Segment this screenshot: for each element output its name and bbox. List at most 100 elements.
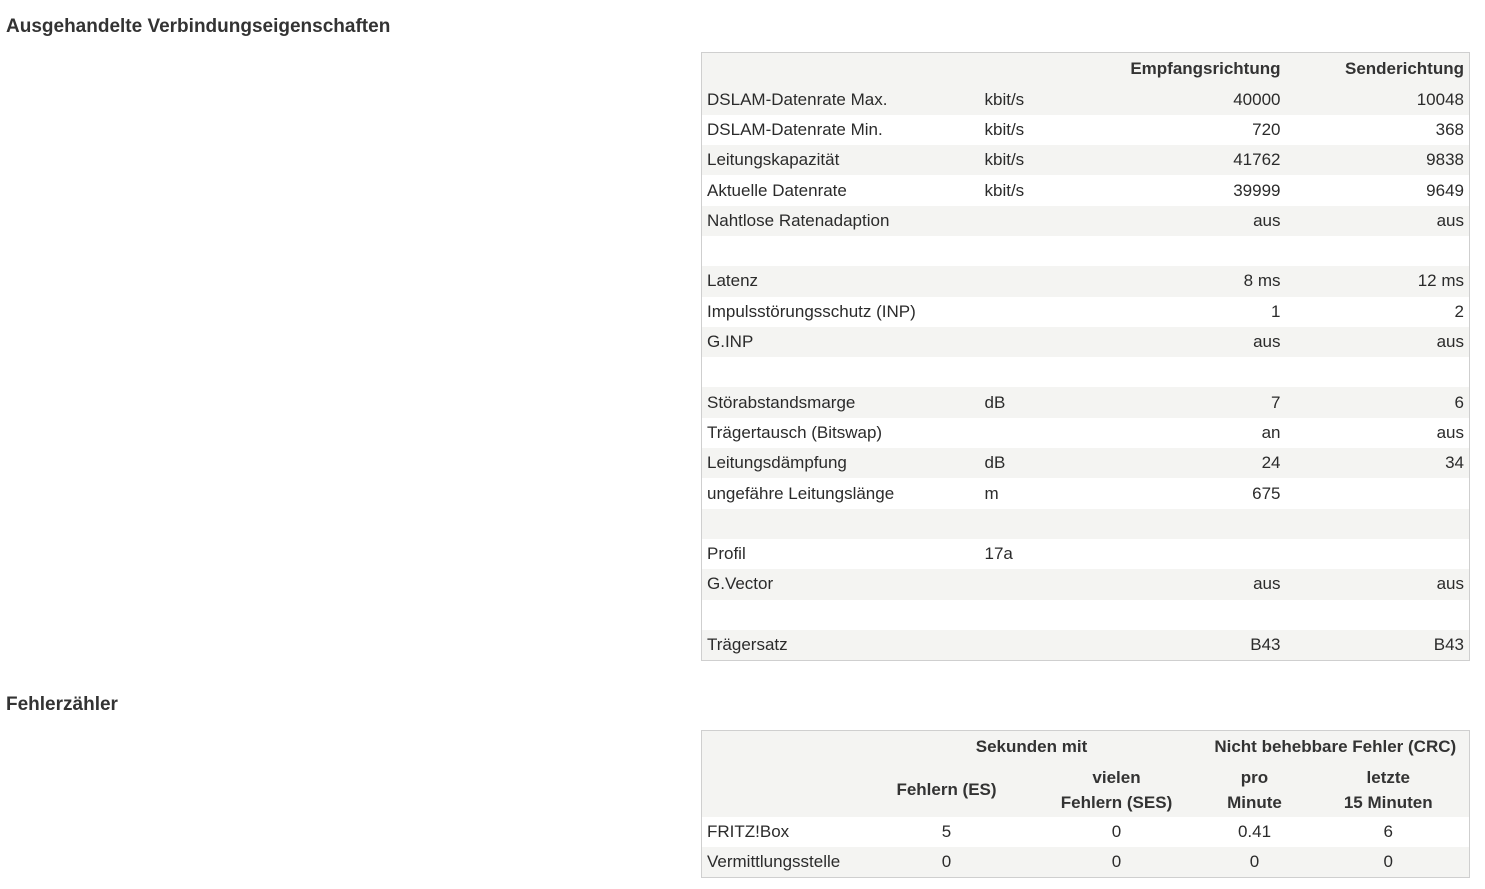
table-row: Störabstandsmarge dB 7 6 xyxy=(701,387,1470,418)
cell-unit: dB xyxy=(984,453,1006,473)
cell-label xyxy=(702,357,980,387)
table-row xyxy=(701,508,1470,539)
cell-receive xyxy=(1110,539,1286,569)
cell-label: Leitungsdämpfung xyxy=(707,453,847,473)
sub-header-ses-line1: vielen xyxy=(1092,767,1141,787)
cell-label xyxy=(702,509,980,539)
cell-unit xyxy=(980,630,1110,660)
table-row: Nahtlose Ratenadaption aus aus xyxy=(701,205,1470,236)
table-row: G.Vector aus aus xyxy=(701,569,1470,600)
cell-label: G.INP xyxy=(707,332,754,352)
cell-receive: aus xyxy=(1253,210,1281,230)
group-header-empty xyxy=(702,731,862,763)
header-receive-direction: Empfangsrichtung xyxy=(1130,58,1281,78)
cell-send xyxy=(1286,478,1470,508)
cell-es: 5 xyxy=(941,821,952,841)
cell-unit: dB xyxy=(984,392,1006,412)
sub-header-last-15: letzte 15 Minuten xyxy=(1308,763,1470,817)
cell-receive: 1 xyxy=(1271,301,1281,321)
cell-label: Vermittlungsstelle xyxy=(707,852,841,871)
table-row: Leitungskapazität kbit/s 41762 9838 xyxy=(701,145,1470,176)
cell-unit xyxy=(980,418,1110,448)
cell-last-15: 0 xyxy=(1383,852,1393,871)
connection-properties-table: Empfangsrichtung Senderichtung DSLAM-Dat… xyxy=(701,52,1470,661)
cell-label: Aktuelle Datenrate xyxy=(707,180,847,200)
cell-send: 368 xyxy=(1435,119,1464,139)
sub-header-last-15-line1: letzte xyxy=(1366,767,1410,787)
cell-receive: 720 xyxy=(1252,119,1281,139)
cell-unit xyxy=(980,266,1110,296)
table-row: Latenz 8 ms 12 ms xyxy=(701,266,1470,297)
cell-ses: 0 xyxy=(1111,821,1122,841)
sub-header-last-15-line2: 15 Minuten xyxy=(1343,792,1433,812)
cell-send xyxy=(1286,509,1470,539)
cell-send: 12 ms xyxy=(1417,271,1464,291)
cell-unit xyxy=(980,327,1110,357)
cell-label: Profil xyxy=(707,544,746,564)
cell-send xyxy=(1286,539,1470,569)
cell-receive xyxy=(1110,509,1286,539)
cell-send xyxy=(1286,357,1470,387)
table-row: DSLAM-Datenrate Max. kbit/s 40000 10048 xyxy=(701,84,1470,115)
cell-send: 6 xyxy=(1454,392,1464,412)
cell-send xyxy=(1286,600,1470,630)
cell-receive: 40000 xyxy=(1233,89,1281,109)
cell-send: 10048 xyxy=(1416,89,1464,109)
cell-unit: kbit/s xyxy=(984,180,1025,200)
sub-header-es-text: Fehlern (ES) xyxy=(896,780,997,799)
cell-label: ungefähre Leitungslänge xyxy=(707,483,895,503)
cell-unit xyxy=(980,357,1110,387)
cell-unit xyxy=(980,600,1110,630)
sub-header-per-minute-line1: pro xyxy=(1240,767,1269,787)
cell-unit xyxy=(980,509,1110,539)
section-title-connection-properties: Ausgehandelte Verbindungseigenschaften xyxy=(6,16,391,37)
cell-receive: aus xyxy=(1253,574,1281,594)
cell-receive xyxy=(1110,357,1286,387)
cell-unit: kbit/s xyxy=(984,89,1025,109)
cell-label: Leitungskapazität xyxy=(707,150,840,170)
table-row: Vermittlungsstelle 0 0 0 0 xyxy=(701,847,1470,878)
cell-send: 34 xyxy=(1445,453,1464,473)
cell-send: 9838 xyxy=(1426,150,1464,170)
cell-es: 0 xyxy=(941,852,952,871)
cell-receive: an xyxy=(1261,422,1281,442)
cell-receive xyxy=(1110,600,1286,630)
cell-label: Trägertausch (Bitswap) xyxy=(707,422,883,442)
table-row xyxy=(701,357,1470,388)
sub-header-per-minute-line2: Minute xyxy=(1227,792,1282,812)
cell-unit: kbit/s xyxy=(984,119,1025,139)
table-row: FRITZ!Box 5 0 0.41 6 xyxy=(701,816,1470,847)
header-send-direction: Senderichtung xyxy=(1344,58,1464,78)
cell-label: Störabstandsmarge xyxy=(707,392,856,412)
table-header-row: Empfangsrichtung Senderichtung xyxy=(701,52,1470,85)
table-row: Impulsstörungsschutz (INP) 1 2 xyxy=(701,296,1470,327)
cell-label: Trägersatz xyxy=(707,634,788,654)
cell-unit: kbit/s xyxy=(984,150,1025,170)
cell-send: aus xyxy=(1436,422,1464,442)
cell-send: 9649 xyxy=(1426,180,1464,200)
cell-send: aus xyxy=(1436,332,1464,352)
cell-ses: 0 xyxy=(1111,852,1122,871)
cell-label: Latenz xyxy=(707,271,759,291)
table-row: Profil 17a xyxy=(701,538,1470,570)
cell-unit xyxy=(980,236,1110,266)
cell-per-minute: 0 xyxy=(1249,852,1260,871)
sub-header-ses-line2: Fehlern (SES) xyxy=(1060,792,1173,812)
table-row xyxy=(701,599,1470,630)
cell-receive: 675 xyxy=(1252,483,1281,503)
cell-receive: B43 xyxy=(1250,634,1281,654)
table-row: G.INP aus aus xyxy=(701,326,1470,358)
sub-header-row: Fehlern (ES) vielen Fehlern (SES) pro Minu… xyxy=(701,762,1470,817)
section-title-error-counter: Fehlerzähler xyxy=(6,694,118,715)
cell-send: 2 xyxy=(1454,301,1464,321)
error-counter-table: Sekunden mit Nicht behebbare Fehler (CRC… xyxy=(701,730,1470,878)
cell-send: aus xyxy=(1436,210,1464,230)
cell-receive xyxy=(1110,236,1286,266)
cell-receive: 8 ms xyxy=(1243,271,1281,291)
cell-send: aus xyxy=(1436,574,1464,594)
cell-receive: 39999 xyxy=(1233,180,1281,200)
cell-label xyxy=(702,236,980,266)
cell-unit xyxy=(980,569,1110,599)
cell-per-minute: 0.41 xyxy=(1237,821,1272,841)
group-header-seconds: Sekunden mit xyxy=(975,736,1088,756)
